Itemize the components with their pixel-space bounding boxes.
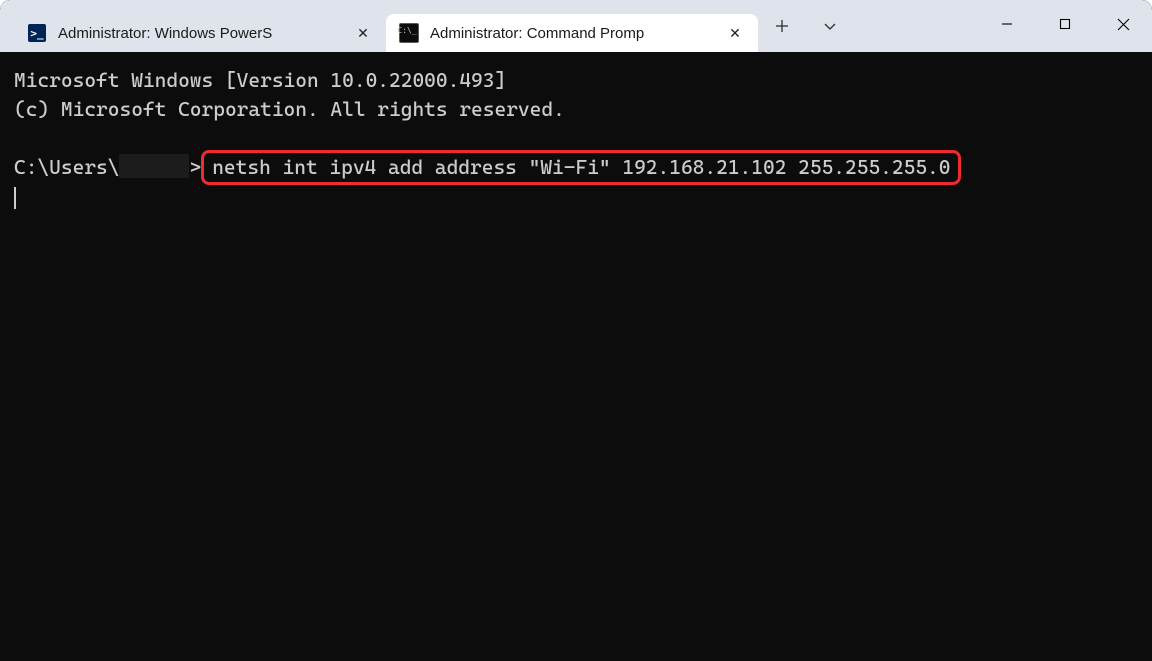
minimize-icon (1001, 18, 1013, 30)
command-prompt-icon: C:\_ (400, 24, 418, 42)
tab-dropdown-button[interactable] (806, 0, 854, 52)
close-window-button[interactable] (1094, 0, 1152, 48)
command-text: netsh int ipv4 add address "Wi-Fi" 192.1… (212, 155, 950, 179)
close-icon (1117, 18, 1130, 31)
close-icon: ✕ (729, 25, 741, 42)
tab-powershell-label: Administrator: Windows PowerS (58, 25, 350, 42)
plus-icon (775, 19, 789, 33)
prompt-path-prefix: C:\Users\ (14, 155, 119, 179)
tab-powershell-close-button[interactable]: ✕ (350, 20, 376, 46)
terminal-cursor-line (14, 182, 1138, 211)
terminal-output-line: (c) Microsoft Corporation. All rights re… (14, 95, 1138, 124)
chevron-down-icon (823, 19, 837, 33)
window-controls (978, 0, 1152, 52)
title-bar: >_ Administrator: Windows PowerS ✕ C:\_ … (0, 0, 1152, 52)
maximize-icon (1059, 18, 1071, 30)
maximize-button[interactable] (1036, 0, 1094, 48)
new-tab-button[interactable] (758, 0, 806, 52)
terminal-blank-line (14, 124, 1138, 153)
tab-command-prompt[interactable]: C:\_ Administrator: Command Promp ✕ (386, 14, 758, 52)
redacted-username (119, 154, 189, 178)
tab-command-prompt-close-button[interactable]: ✕ (722, 20, 748, 46)
powershell-icon: >_ (28, 24, 46, 42)
terminal-output-line: Microsoft Windows [Version 10.0.22000.49… (14, 66, 1138, 95)
prompt-suffix: > (189, 155, 201, 179)
terminal-prompt-line: C:\Users\ > netsh int ipv4 add address "Wi… (14, 153, 1138, 182)
terminal-viewport[interactable]: Microsoft Windows [Version 10.0.22000.49… (0, 52, 1152, 661)
text-cursor (14, 187, 16, 209)
minimize-button[interactable] (978, 0, 1036, 48)
terminal-window: >_ Administrator: Windows PowerS ✕ C:\_ … (0, 0, 1152, 661)
highlighted-command: netsh int ipv4 add address "Wi-Fi" 192.1… (201, 150, 961, 185)
close-icon: ✕ (357, 25, 369, 42)
tab-powershell[interactable]: >_ Administrator: Windows PowerS ✕ (14, 14, 386, 52)
tab-command-prompt-label: Administrator: Command Promp (430, 25, 722, 42)
titlebar-drag-area[interactable] (854, 0, 978, 52)
tab-strip: >_ Administrator: Windows PowerS ✕ C:\_ … (0, 0, 758, 52)
